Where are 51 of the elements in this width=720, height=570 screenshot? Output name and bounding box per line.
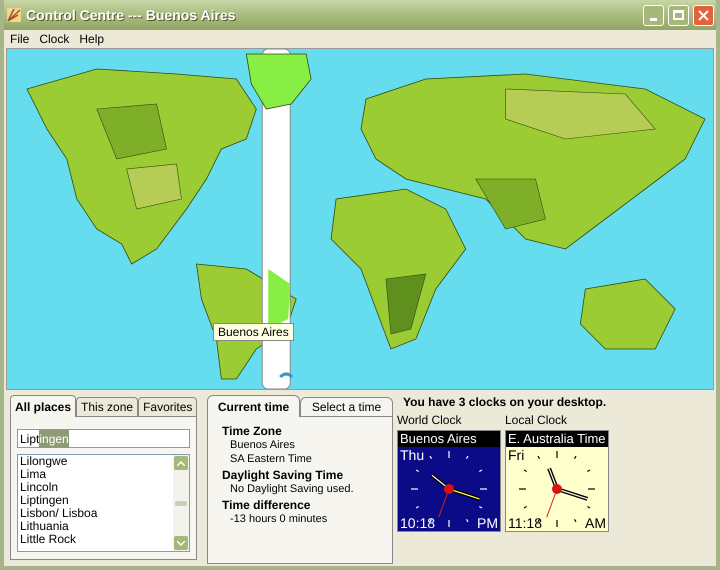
- tab[interactable]: This zone: [76, 397, 138, 416]
- tab[interactable]: Current time: [207, 395, 300, 417]
- clock-label: World Clock: [397, 412, 462, 428]
- scroll-thumb[interactable]: [175, 500, 187, 506]
- section-heading: Time Zone: [222, 423, 283, 439]
- tab[interactable]: Select a time: [300, 397, 393, 416]
- clock-time: 10:18: [400, 515, 436, 531]
- autocomplete-text: ingen: [39, 430, 69, 448]
- list-item[interactable]: Lisbon/ Lisboa: [20, 507, 171, 520]
- clock-time: 11:18: [508, 515, 542, 531]
- clock-widget[interactable]: Buenos Aires Thu 10:18 PM: [397, 430, 501, 532]
- close-button[interactable]: [693, 4, 714, 26]
- info-text: -13 hours 0 minutes: [229, 513, 328, 526]
- list-item[interactable]: Lima: [20, 468, 171, 481]
- clock-widget[interactable]: E. Australia Time Fri 11:18 AM: [505, 430, 609, 532]
- list-item[interactable]: Lilongwe: [20, 455, 171, 468]
- list-item[interactable]: Liptingen: [20, 494, 171, 507]
- maximize-button[interactable]: [668, 4, 689, 26]
- section-heading: Daylight Saving Time: [222, 467, 344, 483]
- clock-label: Local Clock: [505, 412, 568, 428]
- map-tooltip: Buenos Aires: [213, 323, 294, 341]
- clock-period: PM: [477, 515, 498, 531]
- scrollbar[interactable]: [173, 455, 189, 551]
- menu-item[interactable]: Clock: [35, 30, 74, 48]
- window-title: Control Centre --- Buenos Aires: [26, 6, 236, 24]
- info-text: Buenos Aires: [229, 439, 296, 452]
- clock-city: Buenos Aires: [398, 431, 500, 447]
- section-heading: Time difference: [222, 497, 312, 513]
- maximize-icon: [673, 10, 684, 20]
- scroll-down-icon[interactable]: [174, 536, 188, 550]
- menu-item[interactable]: Help: [75, 30, 108, 48]
- tab[interactable]: Favorites: [138, 397, 198, 416]
- menu-item[interactable]: File: [6, 30, 34, 48]
- list-item[interactable]: Lincoln: [20, 481, 171, 494]
- minimize-icon: [650, 18, 657, 20]
- clock-day: Fri: [508, 447, 524, 463]
- list-item[interactable]: Lithuania: [20, 520, 171, 533]
- clocks-message: You have 3 clocks on your desktop.: [403, 394, 608, 410]
- info-text: No Daylight Saving used.: [229, 483, 355, 496]
- app-icon: [6, 7, 22, 23]
- minimize-button[interactable]: [643, 4, 664, 26]
- clock-period: AM: [585, 515, 606, 531]
- tab[interactable]: All places: [10, 395, 76, 417]
- typed-text: Lipt: [20, 430, 40, 448]
- scroll-up-icon[interactable]: [174, 456, 188, 470]
- list-item[interactable]: Little Rock: [20, 533, 171, 546]
- close-icon: [698, 10, 709, 20]
- clock-day: Thu: [400, 447, 424, 463]
- clock-city: E. Australia Time: [506, 431, 608, 447]
- search-field[interactable]: Liptingen: [17, 429, 190, 448]
- info-text: SA Eastern Time: [229, 453, 313, 466]
